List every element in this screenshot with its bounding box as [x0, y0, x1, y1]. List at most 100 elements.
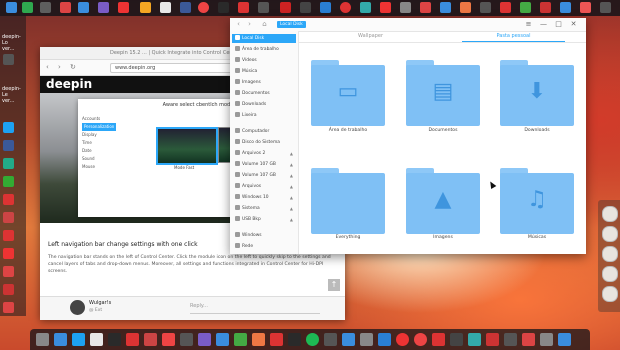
forward-icon[interactable]: › — [58, 64, 65, 71]
app-icon[interactable] — [340, 2, 351, 13]
clock-icon[interactable] — [602, 206, 618, 222]
app-icon[interactable] — [558, 333, 571, 346]
app-icon[interactable] — [360, 2, 371, 13]
eject-icon[interactable]: ▲ — [290, 193, 293, 202]
app-icon[interactable] — [450, 333, 463, 346]
folder-everything[interactable] — [311, 168, 385, 234]
eject-icon[interactable]: ▲ — [290, 204, 293, 213]
eject-icon[interactable]: ▲ — [290, 215, 293, 224]
app-icon[interactable] — [468, 333, 481, 346]
app-icon[interactable] — [300, 2, 311, 13]
app-icon[interactable] — [540, 2, 551, 13]
app-icon[interactable] — [3, 122, 14, 133]
app-icon[interactable] — [504, 333, 517, 346]
close-icon[interactable]: ✕ — [569, 20, 578, 29]
back-icon[interactable]: ‹ — [46, 64, 53, 71]
app-icon[interactable] — [160, 2, 171, 13]
sidebar-item-volume[interactable]: Arquivos ▲ — [232, 182, 296, 191]
app-icon[interactable] — [480, 2, 491, 13]
app-icon[interactable] — [234, 333, 247, 346]
back-icon[interactable]: ‹ — [234, 20, 243, 29]
app-icon[interactable] — [522, 333, 535, 346]
app-icon[interactable] — [3, 194, 14, 205]
sidebar-item-downloads[interactable]: Downloads — [232, 100, 296, 109]
app-icon[interactable] — [198, 333, 211, 346]
clock-icon[interactable] — [602, 286, 618, 302]
app-icon[interactable] — [140, 2, 151, 13]
app-icon[interactable] — [90, 333, 103, 346]
app-icon[interactable] — [144, 333, 157, 346]
app-icon[interactable] — [520, 2, 531, 13]
app-icon[interactable] — [108, 333, 121, 346]
app-icon[interactable] — [3, 302, 14, 313]
folder-documents[interactable]: ▤ — [406, 60, 480, 126]
app-icon[interactable] — [320, 2, 331, 13]
folder-pictures[interactable]: ▲ — [406, 168, 480, 234]
app-icon[interactable] — [288, 333, 301, 346]
clock-icon[interactable] — [602, 226, 618, 242]
sidebar-item-network[interactable]: Rede — [232, 242, 296, 251]
app-icon[interactable] — [216, 333, 229, 346]
sidebar-item-volume[interactable]: USB Bkp ▲ — [232, 215, 296, 224]
reload-icon[interactable]: ↻ — [70, 64, 77, 71]
clock-icon[interactable] — [602, 266, 618, 282]
app-icon[interactable] — [198, 2, 209, 13]
app-icon[interactable] — [280, 2, 291, 13]
back-to-top-button[interactable]: ↑ — [328, 279, 340, 291]
forward-icon[interactable]: › — [245, 20, 254, 29]
breadcrumb[interactable]: Local Disk — [277, 21, 306, 28]
folder-desktop[interactable]: ▭ — [311, 60, 385, 126]
app-icon[interactable] — [432, 333, 445, 346]
app-icon[interactable] — [22, 2, 33, 13]
app-icon[interactable] — [218, 2, 229, 13]
app-icon[interactable] — [560, 2, 571, 13]
minimize-icon[interactable]: — — [539, 20, 548, 29]
eject-icon[interactable]: ▲ — [290, 160, 293, 169]
app-icon[interactable] — [460, 2, 471, 13]
app-icon[interactable] — [580, 2, 591, 13]
eject-icon[interactable]: ▲ — [290, 171, 293, 180]
app-icon[interactable] — [126, 333, 139, 346]
desktop-file-label[interactable]: deepin-Lo ver... — [2, 34, 26, 52]
sidebar-item-pictures[interactable]: Imagens — [232, 78, 296, 87]
app-icon[interactable] — [3, 176, 14, 187]
sidebar-item-trash[interactable]: Lixeira — [232, 111, 296, 120]
app-icon[interactable] — [78, 2, 89, 13]
app-icon[interactable] — [378, 333, 391, 346]
app-icon[interactable] — [324, 333, 337, 346]
app-icon[interactable] — [98, 2, 109, 13]
app-icon[interactable] — [60, 2, 71, 13]
app-icon[interactable] — [306, 333, 319, 346]
app-icon[interactable] — [3, 54, 14, 65]
app-icon[interactable] — [36, 333, 49, 346]
app-icon[interactable] — [3, 230, 14, 241]
app-icon[interactable] — [238, 2, 249, 13]
folder-downloads[interactable]: ⬇ — [500, 60, 574, 126]
app-icon[interactable] — [6, 2, 17, 13]
maximize-icon[interactable]: □ — [554, 20, 563, 29]
app-icon[interactable] — [40, 2, 51, 13]
app-icon[interactable] — [600, 2, 611, 13]
sidebar-item-volume[interactable]: Volume 107 GB ▲ — [232, 160, 296, 169]
deepin-logo[interactable]: deepin — [46, 77, 92, 91]
app-icon[interactable] — [342, 333, 355, 346]
app-icon[interactable] — [420, 2, 431, 13]
sidebar-item-music[interactable]: Música — [232, 67, 296, 76]
sidebar-item-volume[interactable]: Arquivos 2 ▲ — [232, 149, 296, 158]
sidebar-item-local-disk[interactable]: Local Disk — [232, 34, 296, 43]
clock-icon[interactable] — [602, 246, 618, 262]
sidebar-item-videos[interactable]: Vídeos — [232, 56, 296, 65]
app-icon[interactable] — [414, 333, 427, 346]
sidebar-item-computer[interactable]: Computador — [232, 127, 296, 136]
desktop-file-label[interactable]: deepin-Le ver... — [2, 86, 26, 104]
app-icon[interactable] — [486, 333, 499, 346]
sidebar-item-volume[interactable]: Windows 10 ▲ — [232, 193, 296, 202]
app-icon[interactable] — [3, 140, 14, 151]
eject-icon[interactable]: ▲ — [290, 182, 293, 191]
app-icon[interactable] — [3, 284, 14, 295]
sidebar-item-volume[interactable]: Volume 107 GB ▲ — [232, 171, 296, 180]
app-icon[interactable] — [252, 333, 265, 346]
app-icon[interactable] — [400, 2, 411, 13]
app-icon[interactable] — [380, 2, 391, 13]
sidebar-item-system-disk[interactable]: Disco do Sistema — [232, 138, 296, 147]
